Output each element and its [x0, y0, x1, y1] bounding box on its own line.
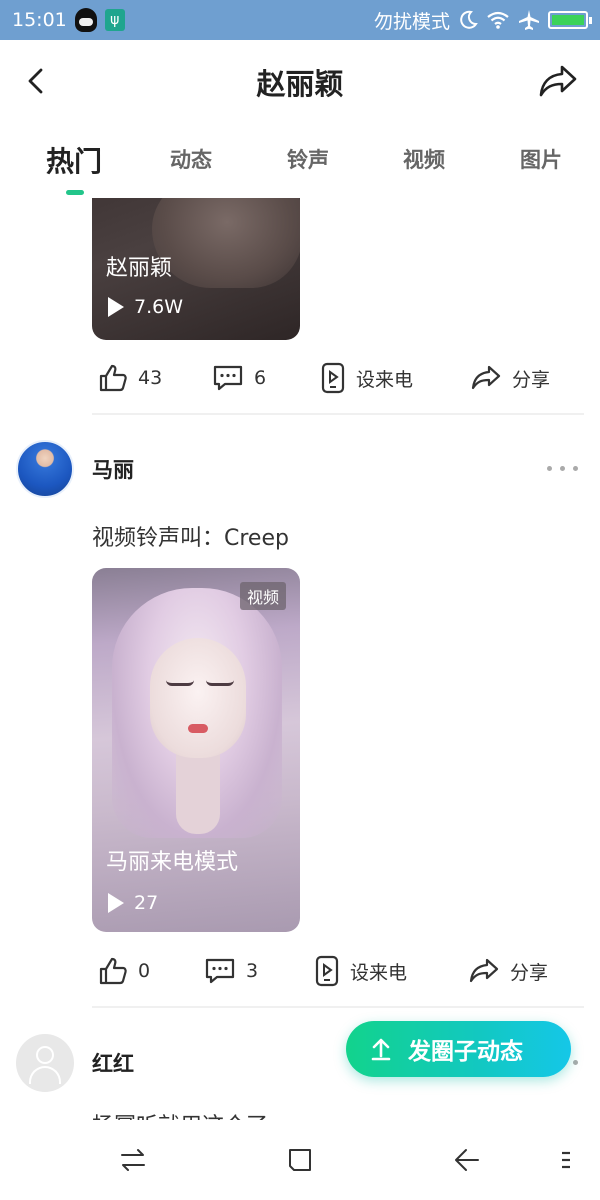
- tab-video[interactable]: 视频: [403, 144, 445, 174]
- avatar-placeholder-body: [29, 1066, 61, 1084]
- qq-icon: [74, 8, 97, 32]
- usb-icon: ψ: [104, 9, 125, 31]
- thumbnail-eye: [206, 680, 234, 686]
- play-count-value: 27: [134, 892, 159, 914]
- post-circle-button[interactable]: 发圈子动态: [346, 1021, 571, 1077]
- share-icon: [469, 958, 499, 983]
- post-actions: 43 6 设来电 分享: [92, 356, 582, 400]
- more-icon[interactable]: [547, 466, 578, 471]
- thumbnail-eye: [166, 680, 194, 686]
- share-button[interactable]: 分享: [468, 949, 548, 993]
- tab-dynamic[interactable]: 动态: [170, 144, 212, 174]
- username[interactable]: 红红: [92, 1048, 134, 1078]
- share-label: 分享: [510, 961, 549, 984]
- share-icon[interactable]: [538, 64, 578, 98]
- video-thumbnail[interactable]: 赵丽颖 7.6W: [92, 198, 300, 340]
- thumbnail-lip: [188, 724, 208, 733]
- play-icon: [108, 893, 124, 913]
- avatar[interactable]: [16, 440, 74, 498]
- share-icon: [471, 365, 501, 390]
- play-icon: [108, 297, 124, 317]
- comment-button[interactable]: 6: [212, 356, 266, 400]
- tab-indicator: [66, 190, 84, 195]
- like-button[interactable]: 43: [98, 356, 162, 400]
- divider: [92, 413, 584, 415]
- switch-icon[interactable]: [119, 1146, 147, 1174]
- set-ringtone-button[interactable]: 设来电: [314, 949, 407, 993]
- tab-picture[interactable]: 图片: [520, 144, 562, 174]
- status-bar: 15:01 ψ 勿扰模式: [0, 0, 600, 40]
- comment-icon: [205, 958, 235, 984]
- set-ringtone-label: 设来电: [350, 961, 408, 984]
- play-count: 7.6W: [108, 296, 183, 318]
- tab-bar: 热门 动态 铃声 视频 图片: [0, 124, 600, 198]
- airplane-icon: [519, 10, 539, 30]
- top-header: 赵丽颖: [0, 40, 600, 124]
- like-button[interactable]: 0: [98, 949, 150, 993]
- phone-play-icon: [315, 955, 339, 987]
- thumbnail-title: 马丽来电模式: [106, 850, 239, 875]
- wifi-icon: [487, 11, 509, 29]
- avatar[interactable]: [16, 1034, 74, 1092]
- tab-hot[interactable]: 热门: [46, 140, 102, 180]
- thumbnail-title: 赵丽颖: [106, 256, 173, 281]
- divider: [92, 1006, 584, 1008]
- phone-play-icon: [321, 362, 345, 394]
- home-square-icon[interactable]: [286, 1146, 314, 1174]
- thumbs-up-icon: [99, 364, 127, 392]
- thumbnail-image: [152, 198, 300, 288]
- post-text: 视频铃声叫：Creep: [92, 526, 289, 551]
- thumbnail-neck: [176, 754, 220, 834]
- upload-arrow-icon: [371, 1038, 391, 1061]
- video-thumbnail[interactable]: 视频 马丽来电模式 27: [92, 568, 300, 932]
- share-label: 分享: [512, 368, 551, 391]
- comment-count: 3: [246, 960, 259, 982]
- post-text: 杨幂听就用这个了: [92, 1108, 268, 1120]
- username[interactable]: 马丽: [92, 454, 134, 484]
- system-nav-bar: [0, 1120, 600, 1200]
- chevron-left-icon[interactable]: [22, 66, 52, 96]
- avatar-placeholder-icon: [36, 1046, 54, 1064]
- set-ringtone-label: 设来电: [356, 368, 414, 391]
- post-header: 马丽: [0, 440, 600, 504]
- thumbnail-face: [150, 638, 246, 758]
- comment-icon: [213, 365, 243, 391]
- battery-icon: [548, 11, 592, 29]
- thumbs-up-icon: [99, 957, 127, 985]
- menu-icon[interactable]: [556, 1146, 576, 1174]
- fab-label: 发圈子动态: [408, 1039, 523, 1065]
- like-count: 0: [138, 960, 151, 982]
- share-button[interactable]: 分享: [470, 356, 550, 400]
- status-time: 15:01: [12, 9, 67, 31]
- feed-list[interactable]: 赵丽颖 7.6W 43 6 设来电 分享 马丽 视频铃声叫：Creep 视频 马…: [0, 198, 600, 1120]
- post-actions: 0 3 设来电 分享: [92, 949, 582, 993]
- play-count: 27: [108, 892, 158, 914]
- video-badge: 视频: [239, 582, 286, 610]
- play-count-value: 7.6W: [134, 296, 184, 318]
- back-arrow-icon[interactable]: [452, 1146, 480, 1174]
- comment-count: 6: [254, 367, 267, 389]
- page-title: 赵丽颖: [256, 67, 344, 101]
- tab-ringtone[interactable]: 铃声: [287, 144, 329, 174]
- set-ringtone-button[interactable]: 设来电: [320, 356, 413, 400]
- moon-icon: [460, 10, 478, 29]
- like-count: 43: [138, 367, 163, 389]
- comment-button[interactable]: 3: [204, 949, 258, 993]
- dnd-text: 勿扰模式: [373, 10, 450, 33]
